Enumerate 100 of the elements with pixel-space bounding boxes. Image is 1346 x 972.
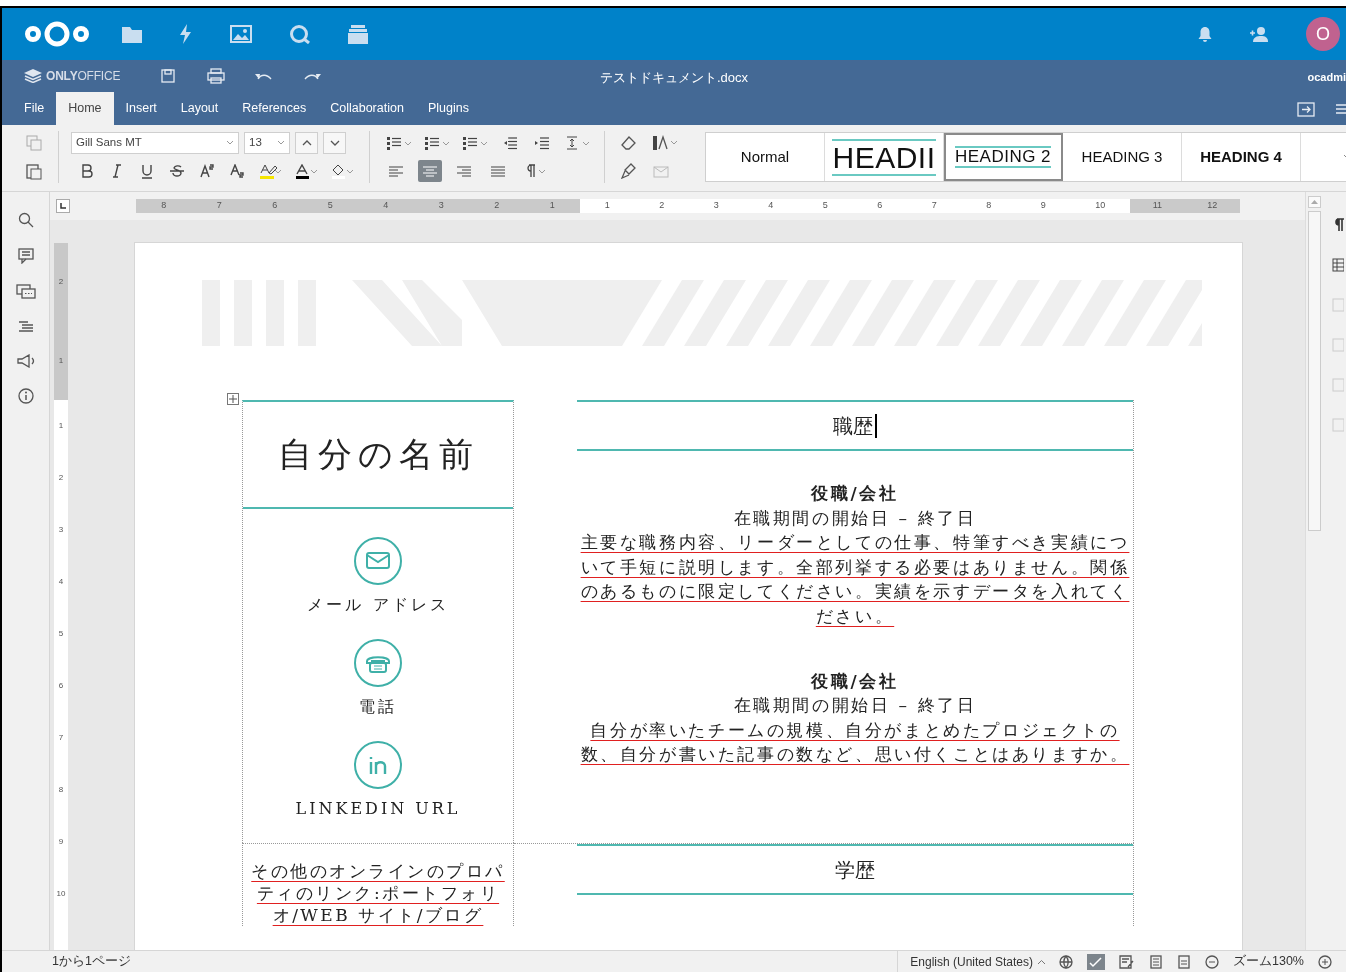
indent-icon (535, 135, 549, 150)
subscript-icon (230, 163, 244, 179)
font-size-field[interactable]: 13 (244, 131, 290, 154)
ruler-number: 6 (57, 680, 65, 692)
comment-icon[interactable] (17, 248, 34, 264)
layers-icon (24, 69, 42, 83)
menu-tab[interactable]: File (12, 92, 57, 125)
folder-icon[interactable] (122, 25, 142, 43)
ruler-number: 5 (327, 199, 333, 213)
style-brush-icon (652, 134, 678, 151)
document-title: テストドキュメント.docx (599, 70, 749, 85)
track-changes-icon[interactable] (1119, 954, 1135, 969)
ruler-number: 5 (57, 628, 65, 640)
eraser-icon (621, 135, 637, 150)
menu-tab[interactable]: Collaboration (318, 92, 416, 125)
contact-label: 電話 (359, 696, 397, 718)
menu-tab[interactable]: References (230, 92, 319, 125)
multilevel-list-icon (463, 135, 487, 150)
info-icon[interactable] (17, 388, 34, 404)
ruler-number: 1 (604, 199, 610, 213)
tab-stop-selector[interactable] (56, 199, 70, 213)
stack-icon[interactable] (348, 24, 368, 44)
job-description: 主要な職務内容、リーダーとしての仕事、特筆すべき実績について手短に説明します。全部列挙する必要はありません。関係のあるものに限定してください。実績を示すデータを入れてください。 (580, 532, 1130, 626)
italic-icon (110, 163, 124, 179)
section-heading: 学歴 (835, 856, 875, 884)
printer-icon (207, 68, 226, 84)
ruler-number: 10 (1095, 199, 1106, 213)
phone-circle-icon (354, 639, 402, 687)
pilcrow-icon (524, 164, 546, 179)
menu-icon[interactable] (1336, 102, 1346, 115)
job-dates: 在職期間の開始日 – 終了日 (733, 507, 977, 528)
ruler-number: 4 (383, 199, 389, 213)
paragraph-settings-icon[interactable] (1332, 218, 1344, 232)
ruler-number: 4 (57, 576, 65, 588)
lightning-icon[interactable] (179, 24, 193, 44)
ruler-number: 11 (1152, 199, 1162, 213)
globe-icon[interactable] (1059, 954, 1073, 969)
ruler-number: 3 (57, 524, 65, 536)
text-cursor (875, 413, 877, 438)
fit-page-icon[interactable] (1149, 954, 1163, 969)
ruler-number: 10 (55, 888, 67, 900)
align-left-icon (389, 164, 403, 178)
ruler-number: 8 (161, 199, 167, 213)
contacts-icon[interactable] (1250, 26, 1268, 42)
bullet-list-icon (387, 135, 411, 150)
ruler-number: 2 (57, 276, 65, 289)
editor-brand: ONLYOFFICE (46, 68, 121, 85)
menu-tab[interactable]: Plugins (415, 92, 481, 125)
ruler-number: 2 (494, 199, 500, 213)
font-name-field[interactable]: Gill Sans MT (71, 131, 239, 154)
page-count: 1から1ページ (52, 953, 131, 971)
headings-list-icon[interactable] (17, 320, 34, 334)
font-color-icon (295, 163, 317, 179)
fit-width-icon[interactable] (1177, 954, 1191, 969)
paint-bucket-icon (331, 163, 353, 179)
zoom-level: ズーム130% (1233, 953, 1304, 971)
style-preset[interactable]: HEADING 2 (944, 133, 1063, 181)
menu-tab[interactable]: Layout (168, 92, 231, 125)
contact-label: LINKEDIN URL (295, 798, 461, 820)
menu-tab[interactable]: Home (56, 92, 114, 125)
search-icon[interactable] (289, 24, 311, 44)
bold-icon (80, 163, 94, 179)
ruler-number: 12 (1207, 199, 1218, 213)
table-move-handle-icon[interactable] (227, 392, 239, 405)
ruler-number: 9 (57, 836, 65, 848)
ruler-number: 1 (549, 199, 555, 213)
undo-arrow-icon (255, 71, 274, 81)
ruler-number: 6 (272, 199, 278, 213)
chat-icon[interactable] (15, 284, 36, 300)
job-title: 役職/会社 (811, 670, 899, 691)
ruler-number: 2 (57, 472, 65, 484)
user-avatar[interactable]: O (1306, 17, 1340, 51)
copy-icon (26, 134, 42, 151)
search-icon[interactable] (17, 212, 34, 228)
ruler-number: 7 (216, 199, 222, 213)
spellcheck-icon[interactable] (1087, 953, 1105, 970)
tab-stop-icon (60, 203, 66, 209)
align-center-icon (423, 164, 437, 178)
language-selector[interactable]: English (United States) (910, 952, 1045, 971)
ruler-number: 5 (822, 199, 828, 213)
underline-icon (140, 163, 154, 179)
zoom-in-icon[interactable] (1318, 954, 1332, 969)
ruler-number: 3 (438, 199, 444, 213)
menu-tab[interactable]: Insert (113, 92, 169, 125)
job-dates: 在職期間の開始日 – 終了日 (733, 695, 977, 716)
align-center-button[interactable] (418, 160, 442, 183)
triangle-up-icon (1310, 200, 1318, 204)
email-circle-icon (354, 537, 402, 585)
image-icon[interactable] (230, 25, 252, 43)
zoom-out-icon[interactable] (1205, 954, 1219, 969)
table-settings-icon[interactable] (1332, 258, 1344, 272)
clipboard-icon (26, 162, 42, 180)
megaphone-icon[interactable] (16, 354, 35, 368)
ruler-number: 9 (1040, 199, 1046, 213)
line-spacing-icon (565, 135, 589, 150)
ruler-number: 2 (659, 199, 665, 213)
envelope-icon (653, 164, 669, 179)
bell-icon[interactable] (1198, 26, 1212, 42)
caret-icon (278, 140, 285, 145)
redo-arrow-icon (303, 71, 322, 81)
